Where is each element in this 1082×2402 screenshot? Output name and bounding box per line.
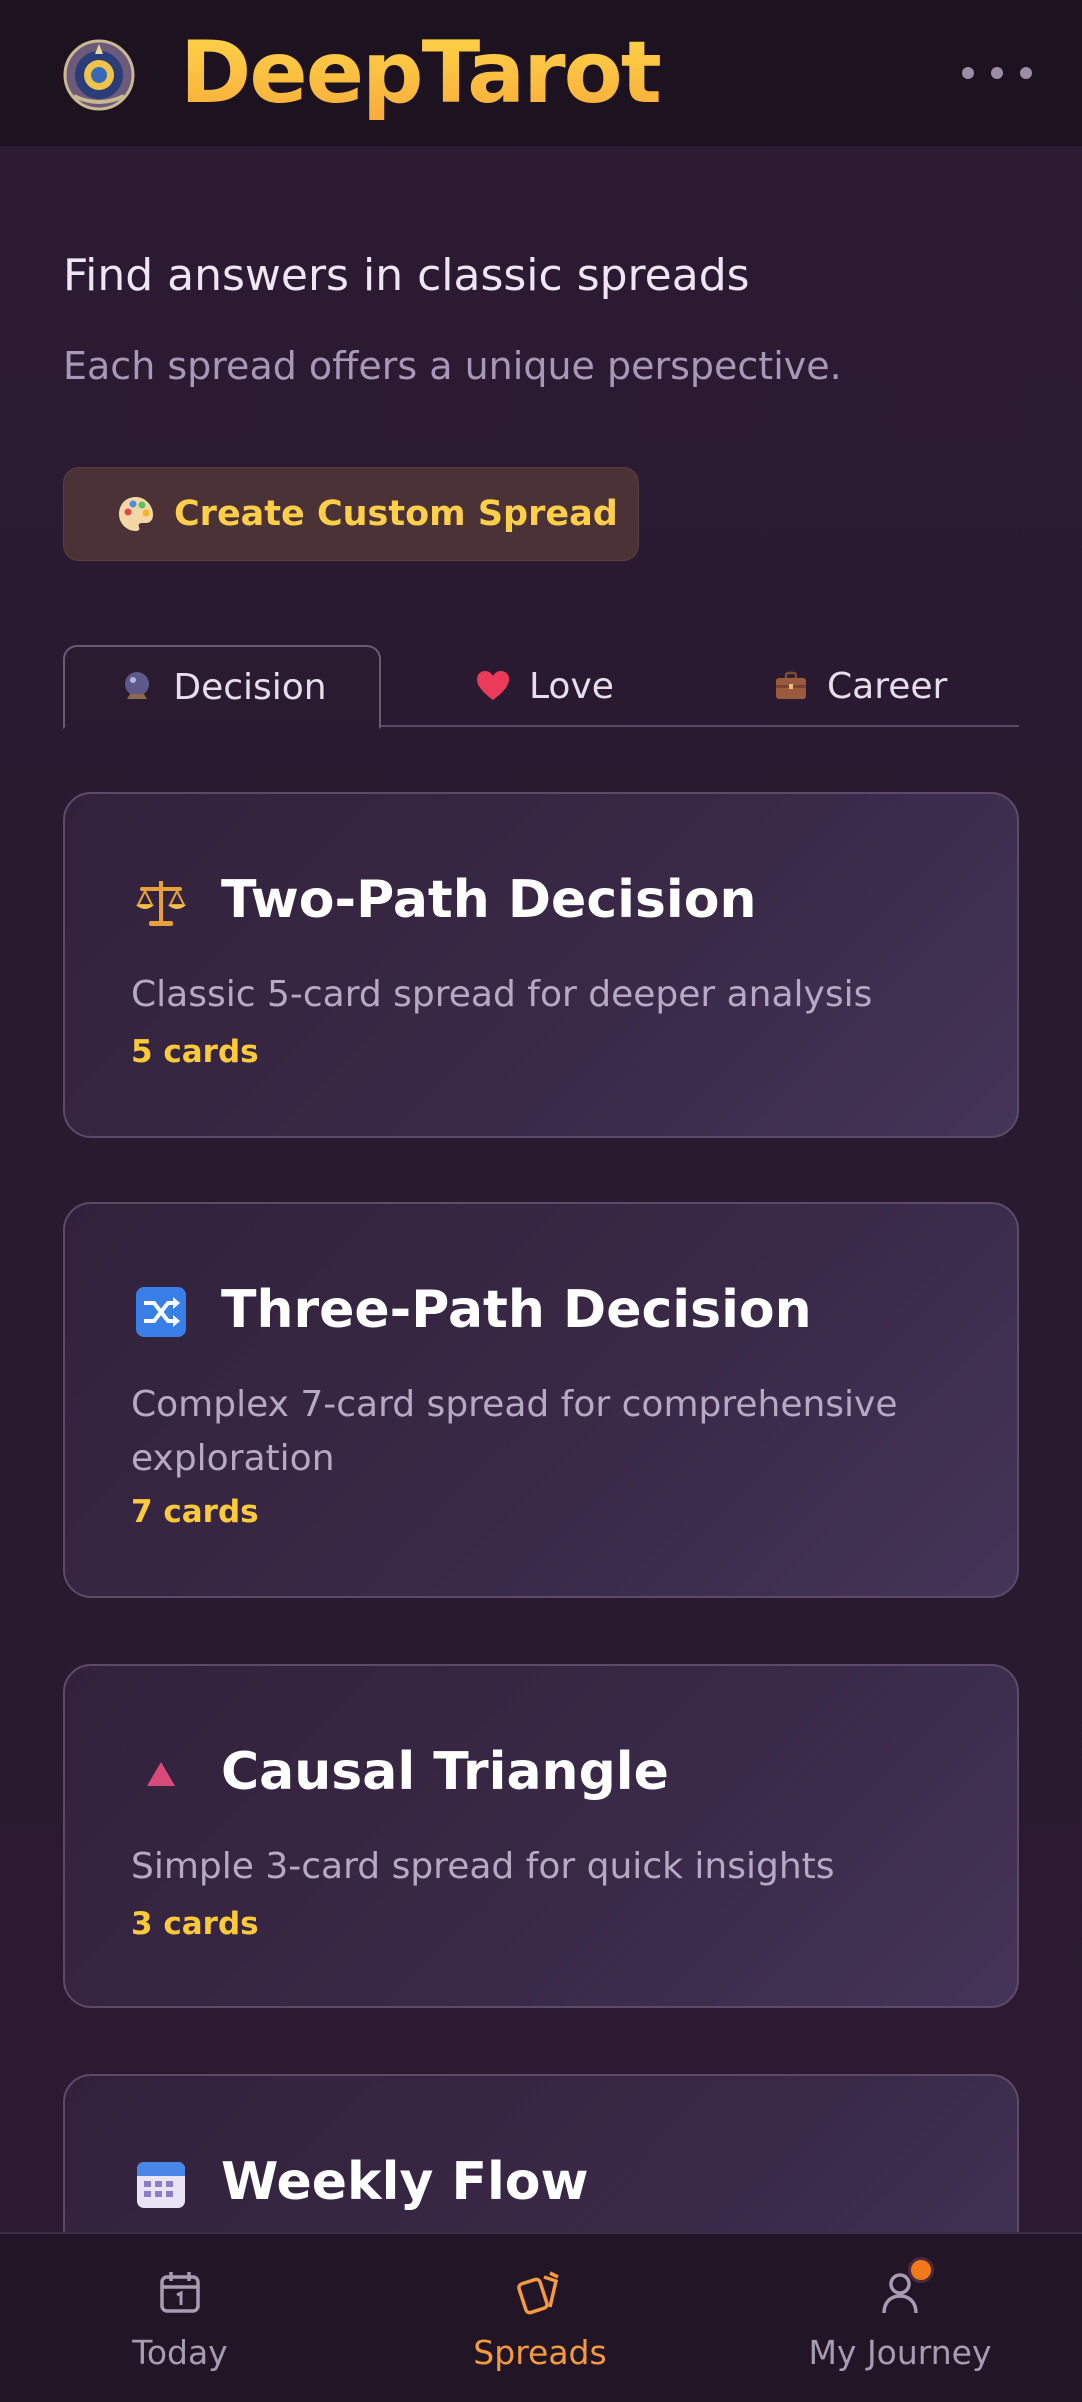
user-icon xyxy=(874,2256,934,2319)
spread-card-three-path-decision[interactable]: Three-Path Decision Complex 7-card sprea… xyxy=(63,1202,1019,1598)
briefcase-icon xyxy=(771,666,811,706)
category-tabs: Decision Love Career xyxy=(63,645,1019,729)
nav-spreads-label: Spreads xyxy=(473,2332,607,2372)
bottom-navigation: Today Spreads My Journey xyxy=(0,2232,1082,2402)
nav-my-journey[interactable]: My Journey xyxy=(790,2234,1010,2402)
spread-card-count: 5 cards xyxy=(131,1034,259,1070)
nav-today-label: Today xyxy=(132,2332,228,2372)
page-subtitle: Each spread offers a unique perspective. xyxy=(63,344,842,388)
nav-my-journey-label: My Journey xyxy=(808,2332,992,2372)
triangle-icon xyxy=(133,1746,189,1802)
create-custom-spread-label: Create Custom Spread xyxy=(174,494,618,534)
scales-icon xyxy=(133,874,189,930)
spread-description: Complex 7-card spread for comprehensive … xyxy=(131,1384,898,1479)
more-options-icon[interactable] xyxy=(962,56,1032,90)
calendar-icon xyxy=(133,2156,189,2212)
cards-icon xyxy=(517,2270,559,2314)
spreads-screen: DeepTarot Find answers in classic spread… xyxy=(0,0,1082,2402)
spread-title: Two-Path Decision xyxy=(221,870,757,930)
spread-title: Three-Path Decision xyxy=(221,1280,812,1340)
spread-title: Weekly Flow xyxy=(221,2152,589,2212)
nav-today[interactable]: Today xyxy=(80,2234,280,2402)
calendar-day-icon xyxy=(160,2271,200,2313)
page-title: Find answers in classic spreads xyxy=(63,250,750,301)
spread-description: Classic 5-card spread for deeper analysi… xyxy=(131,974,873,1015)
nav-spreads[interactable]: Spreads xyxy=(440,2234,640,2402)
tab-love-label: Love xyxy=(529,665,614,707)
notification-badge xyxy=(908,2256,934,2283)
tab-career[interactable]: Career xyxy=(771,645,947,727)
spread-card-two-path-decision[interactable]: Two-Path Decision Classic 5-card spread … xyxy=(63,792,1019,1138)
spread-card-count: 3 cards xyxy=(131,1906,259,1942)
heart-icon xyxy=(473,666,513,706)
shuffle-icon xyxy=(133,1284,189,1340)
app-header: DeepTarot xyxy=(0,0,1082,146)
spread-card-causal-triangle[interactable]: Causal Triangle Simple 3-card spread for… xyxy=(63,1664,1019,2008)
tab-decision-label: Decision xyxy=(173,666,327,708)
palette-icon xyxy=(119,497,153,531)
spread-description: Simple 3-card spread for quick insights xyxy=(131,1846,835,1887)
create-custom-spread-button[interactable]: Create Custom Spread xyxy=(63,467,639,561)
crystal-ball-icon xyxy=(117,667,157,707)
spread-card-count: 7 cards xyxy=(131,1494,259,1530)
tab-career-label: Career xyxy=(827,665,948,707)
app-logo-icon xyxy=(63,39,135,111)
app-title: DeepTarot xyxy=(180,18,662,128)
tab-love[interactable]: Love xyxy=(473,645,614,727)
tab-decision[interactable]: Decision xyxy=(63,645,381,729)
spread-title: Causal Triangle xyxy=(221,1742,669,1802)
